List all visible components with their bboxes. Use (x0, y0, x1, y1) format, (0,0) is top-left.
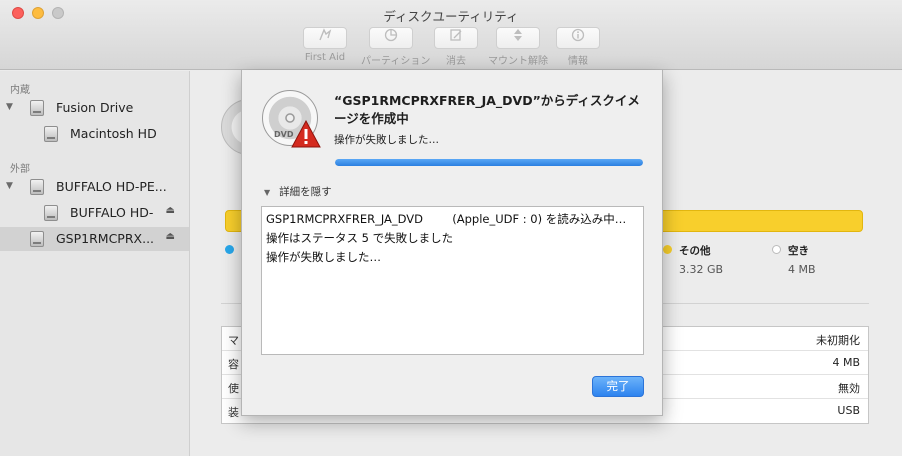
eject-icon[interactable]: ⏏ (166, 231, 175, 242)
details-toggle-label: 詳細を隠す (279, 186, 332, 198)
external-disk-icon (44, 205, 58, 221)
details-toggle[interactable]: ▼ 詳細を隠す (264, 184, 332, 199)
eject-icon[interactable]: ⏏ (166, 205, 175, 216)
sidebar-item-label: GSP1RMCPRX... (56, 231, 155, 246)
progress-bar (335, 159, 643, 166)
sidebar-internal-header: 内蔵 (10, 85, 30, 96)
legend-size: 4 MB (788, 263, 816, 276)
unmount-icon (496, 27, 540, 49)
toolbar-partition-label: パーティション (361, 56, 431, 67)
sheet-status: 操作が失敗しました… (334, 134, 439, 146)
window-title: ディスクユーティリティ (383, 9, 519, 24)
log-line: 操作が失敗しました… (266, 250, 381, 264)
toolbar-erase-label: 消去 (446, 56, 466, 67)
hard-disk-icon (44, 126, 58, 142)
log-line: 操作はステータス 5 で失敗しました (266, 231, 454, 245)
done-button[interactable]: 完了 (592, 376, 644, 397)
info-key: 容 (228, 358, 239, 371)
details-log[interactable]: GSP1RMCPRXFRER_JA_DVD (Apple_UDF : 0) を読… (261, 206, 644, 355)
disclosure-triangle-icon: ▼ (264, 188, 271, 197)
info-key: 使 (228, 382, 239, 395)
info-value: USB (837, 404, 860, 417)
info-value: 未初期化 (816, 334, 860, 347)
sidebar-item-label: BUFFALO HD-PE... (56, 179, 167, 194)
sidebar: 内蔵 ▼ Fusion Drive Macintosh HD 外部 ▼ BUFF… (0, 71, 190, 456)
toolbar-unmount-label: マウント解除 (488, 56, 548, 67)
sidebar-item-macintosh-hd[interactable]: Macintosh HD (0, 122, 189, 146)
disk-image-sheet: DVD “GSP1RMCPRXFRER_JA_DVD”からディスクイメージを作成… (241, 70, 663, 416)
toolbar-info-label: 情報 (568, 56, 588, 67)
legend-dot (225, 245, 234, 254)
info-value: 4 MB (832, 356, 860, 369)
sidebar-external-header: 外部 (10, 164, 30, 175)
info-value: 無効 (838, 382, 860, 395)
legend-name: 空き (788, 245, 809, 257)
warning-icon (291, 120, 321, 148)
disc-image-icon (30, 231, 44, 247)
info-key: マ (228, 334, 239, 347)
partition-icon (369, 27, 413, 49)
legend-dot (772, 245, 781, 254)
hard-disk-icon (30, 100, 44, 116)
sidebar-item-label: Fusion Drive (56, 100, 134, 115)
legend-dot (663, 245, 672, 254)
sidebar-item-fusion-drive[interactable]: ▼ Fusion Drive (0, 96, 189, 120)
sidebar-item-gsp1rmcprx[interactable]: GSP1RMCPRX... ⏏ (0, 227, 189, 251)
sidebar-item-label: BUFFALO HD- (70, 205, 154, 220)
toolbar-first-aid-label: First Aid (304, 52, 346, 63)
toolbar-erase[interactable]: 消去 (426, 27, 486, 67)
title-bar: ディスクユーティリティ First Aid パーティション 消去 マウント解除 … (0, 0, 902, 70)
disclosure-triangle-icon[interactable]: ▼ (6, 102, 13, 112)
sheet-title: “GSP1RMCPRXFRER_JA_DVD”からディスクイメージを作成中 (334, 93, 640, 126)
erase-icon (434, 27, 478, 49)
sidebar-item-buffalo-disk[interactable]: ▼ BUFFALO HD-PE... (0, 175, 189, 199)
toolbar-first-aid[interactable]: First Aid (295, 27, 355, 63)
sidebar-item-label: Macintosh HD (70, 126, 157, 141)
disclosure-triangle-icon[interactable]: ▼ (6, 181, 13, 191)
external-disk-icon (30, 179, 44, 195)
toolbar-info[interactable]: 情報 (548, 27, 608, 67)
first-aid-icon (303, 27, 347, 49)
sidebar-item-buffalo-volume[interactable]: BUFFALO HD- ⏏ (0, 201, 189, 225)
legend-size: 3.32 GB (679, 263, 724, 276)
toolbar-partition[interactable]: パーティション (361, 27, 431, 67)
toolbar-unmount[interactable]: マウント解除 (488, 27, 548, 67)
info-icon (556, 27, 600, 49)
log-line: GSP1RMCPRXFRER_JA_DVD (Apple_UDF : 0) を読… (266, 212, 627, 226)
progress-fill (335, 159, 643, 166)
legend-name: その他 (679, 245, 711, 257)
disk-image-error-icon: DVD (262, 90, 321, 148)
info-key: 装 (228, 406, 239, 419)
